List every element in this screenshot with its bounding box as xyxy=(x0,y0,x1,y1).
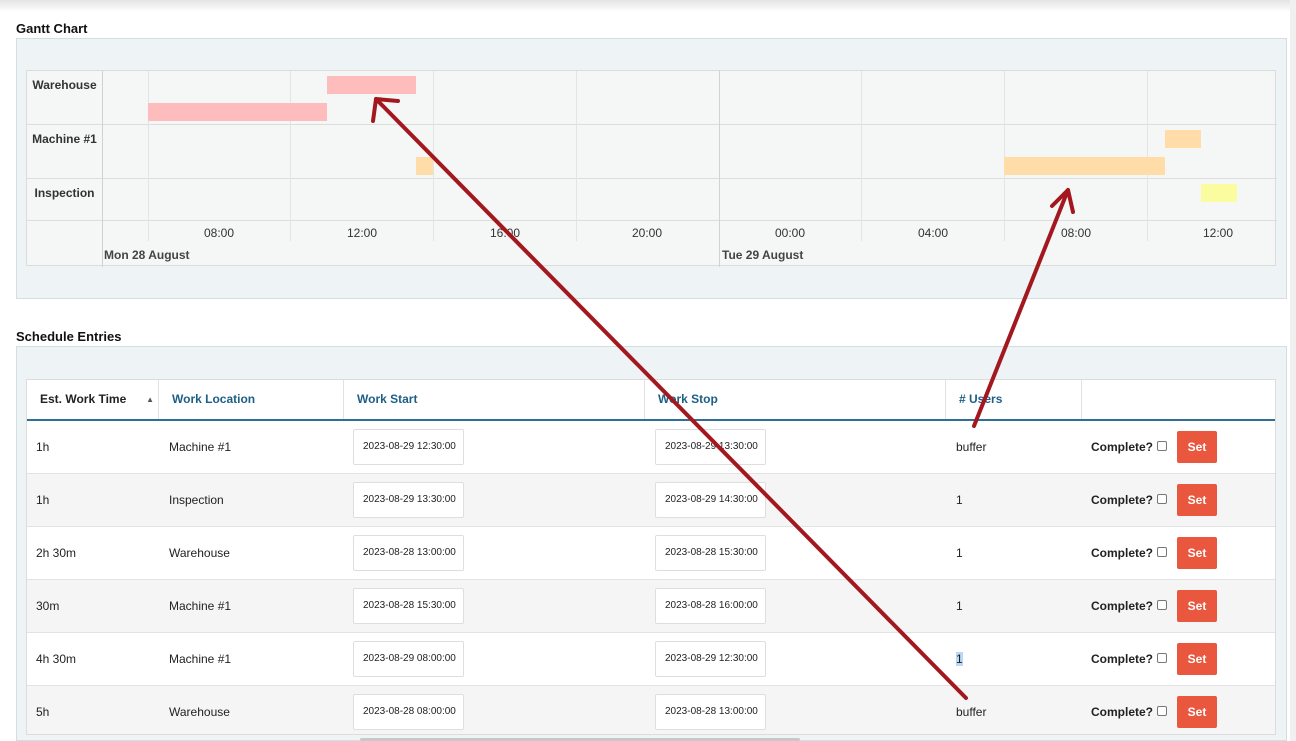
annotation-arrows xyxy=(371,97,1075,700)
annotation-arrow-line xyxy=(972,188,1070,428)
annotation-arrow-line xyxy=(374,97,968,700)
